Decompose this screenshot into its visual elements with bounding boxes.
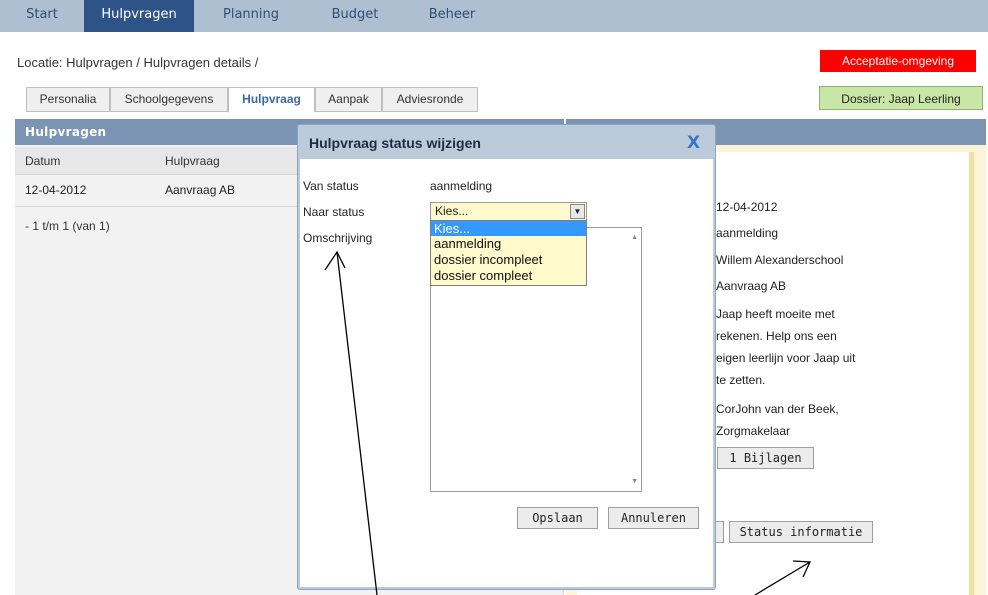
arrow-line-description bbox=[336, 251, 378, 595]
arrow-line-status-info bbox=[754, 561, 811, 595]
arrow-head-description bbox=[324, 250, 346, 271]
annotation-arrows bbox=[324, 250, 811, 595]
